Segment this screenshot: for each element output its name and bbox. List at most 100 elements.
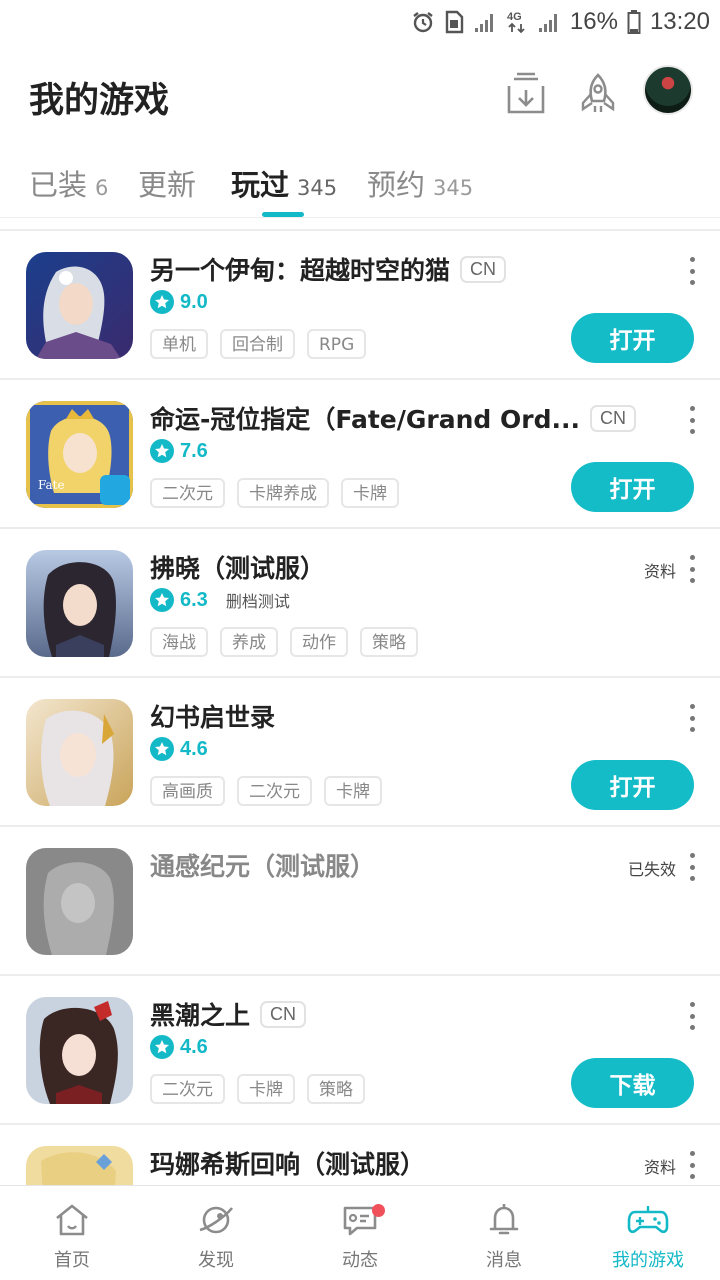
tab-label: 预约 [367, 168, 426, 202]
game-title-line: 拂晓（测试服） [150, 549, 325, 585]
open-button[interactable]: 打开 [571, 462, 694, 512]
more-options-icon[interactable] [688, 853, 696, 881]
rating-score: 4.6 [180, 737, 208, 760]
nav-label: 我的游戏 [612, 1250, 684, 1271]
tag[interactable]: 二次元 [237, 776, 312, 806]
user-avatar[interactable] [643, 65, 693, 115]
tag[interactable]: 策略 [307, 1074, 365, 1104]
star-icon [150, 439, 174, 463]
app-screen: 4G 16% 13:20 我的游戏 已装 6 更新 玩过 345 预约 345 … [0, 0, 720, 1280]
game-row[interactable]: 拂晓（测试服） 6.3 删档测试 海战 养成 动作 策略 资料 [0, 529, 720, 678]
tag[interactable]: 卡牌 [324, 776, 382, 806]
rating: 4.6 [150, 737, 208, 761]
more-options-icon[interactable] [688, 257, 696, 285]
tag[interactable]: 海战 [150, 627, 208, 657]
tag[interactable]: 卡牌 [341, 478, 399, 508]
region-badge: CN [589, 404, 636, 432]
info-link[interactable]: 资料 [644, 1154, 676, 1178]
nav-label: 消息 [486, 1250, 522, 1271]
game-row[interactable]: 幻书启世录 4.6 高画质 二次元 卡牌 打开 [0, 678, 720, 827]
more-options-icon[interactable] [688, 1002, 696, 1030]
game-title: 命运-冠位指定（Fate/Grand Ord... [150, 405, 580, 434]
game-title-line: 黑潮之上 CN [150, 996, 307, 1032]
game-title: 玛娜希斯回响（测试服） [150, 1150, 426, 1179]
game-row[interactable]: 另一个伊甸：超越时空的猫 CN 9.0 单机 回合制 RPG 打开 [0, 231, 720, 380]
tag[interactable]: 二次元 [150, 478, 225, 508]
active-tab-indicator [262, 212, 304, 217]
tag[interactable]: 动作 [290, 627, 348, 657]
nav-my-games[interactable]: 我的游戏 [576, 1186, 720, 1280]
sim-card-icon [444, 10, 464, 34]
star-icon [150, 737, 174, 761]
tab-label: 已装 [29, 168, 88, 202]
speedup-rocket-button[interactable] [570, 66, 626, 122]
game-icon-fate-grand-order[interactable]: Fate [26, 401, 133, 508]
game-row[interactable]: 黑潮之上 CN 4.6 二次元 卡牌 策略 下载 [0, 976, 720, 1125]
network-type-label: 4G [507, 11, 522, 23]
tab-updates[interactable]: 更新 [138, 162, 196, 204]
test-status-note: 删档测试 [225, 592, 290, 611]
status-bar: 4G 16% 13:20 [0, 0, 720, 44]
tag[interactable]: 高画质 [150, 776, 225, 806]
game-icon-huanshu[interactable] [26, 699, 133, 806]
tab-reserved[interactable]: 预约 345 [367, 162, 473, 204]
tag-list: 单机 回合制 RPG [150, 329, 367, 359]
tag[interactable]: 二次元 [150, 1074, 225, 1104]
region-badge: CN [460, 255, 507, 283]
download-button[interactable]: 下载 [571, 1058, 694, 1108]
rocket-icon [581, 73, 615, 112]
info-link[interactable]: 资料 [644, 558, 676, 582]
rating: 9.0 [150, 290, 208, 314]
page-title: 我的游戏 [29, 81, 170, 121]
game-row[interactable]: Fate 命运-冠位指定（Fate/Grand Ord... CN 7.6 二次… [0, 380, 720, 529]
tab-bar: 已装 6 更新 玩过 345 预约 345 [0, 144, 720, 218]
tag[interactable]: 养成 [220, 627, 278, 657]
open-button[interactable]: 打开 [571, 313, 694, 363]
game-title-line: 玛娜希斯回响（测试服） [150, 1145, 425, 1181]
network-type-icon: 4G [506, 9, 528, 35]
star-icon [150, 1035, 174, 1059]
tag-list: 高画质 二次元 卡牌 [150, 776, 382, 806]
nav-messages[interactable]: 消息 [432, 1186, 576, 1280]
tab-played[interactable]: 玩过 345 [231, 162, 337, 204]
tag[interactable]: 策略 [360, 627, 418, 657]
open-button[interactable]: 打开 [571, 760, 694, 810]
game-title: 拂晓（测试服） [150, 554, 326, 583]
download-icon [507, 72, 545, 114]
bottom-navigation: 首页 发现 动态 消息 我的游戏 [0, 1185, 720, 1280]
tab-count: 345 [433, 176, 474, 200]
battery-percent: 16% [569, 8, 618, 35]
game-icon-heichao[interactable] [26, 997, 133, 1104]
tag[interactable]: 卡牌养成 [237, 478, 329, 508]
nav-discover[interactable]: 发现 [144, 1186, 288, 1280]
tag[interactable]: 单机 [150, 329, 208, 359]
more-options-icon[interactable] [688, 406, 696, 434]
home-icon [56, 1204, 88, 1236]
notification-dot [372, 1204, 385, 1217]
clock-time: 13:20 [649, 8, 710, 35]
header: 我的游戏 [0, 44, 720, 144]
nav-feed[interactable]: 动态 [288, 1186, 432, 1280]
game-icon-fuxiao[interactable] [26, 550, 133, 657]
tab-label: 玩过 [231, 168, 290, 202]
nav-label: 发现 [198, 1250, 234, 1271]
gamepad-icon [627, 1206, 669, 1234]
nav-home[interactable]: 首页 [0, 1186, 144, 1280]
game-title: 幻书启世录 [150, 703, 276, 732]
tab-count: 6 [95, 176, 109, 200]
download-manager-button[interactable] [498, 66, 554, 122]
game-icon-another-eden[interactable] [26, 252, 133, 359]
battery-icon [627, 9, 641, 35]
more-options-icon[interactable] [688, 1151, 696, 1179]
tag[interactable]: 回合制 [220, 329, 295, 359]
tag[interactable]: 卡牌 [237, 1074, 295, 1104]
tab-installed[interactable]: 已装 6 [29, 162, 108, 204]
more-options-icon[interactable] [688, 555, 696, 583]
game-row[interactable]: 通感纪元（测试服） 已失效 [0, 827, 720, 976]
more-options-icon[interactable] [688, 704, 696, 732]
expired-status: 已失效 [627, 860, 676, 879]
bell-icon [489, 1204, 519, 1235]
tag[interactable]: RPG [307, 329, 367, 359]
star-icon [150, 588, 174, 612]
game-icon-tonggan[interactable] [26, 848, 133, 955]
